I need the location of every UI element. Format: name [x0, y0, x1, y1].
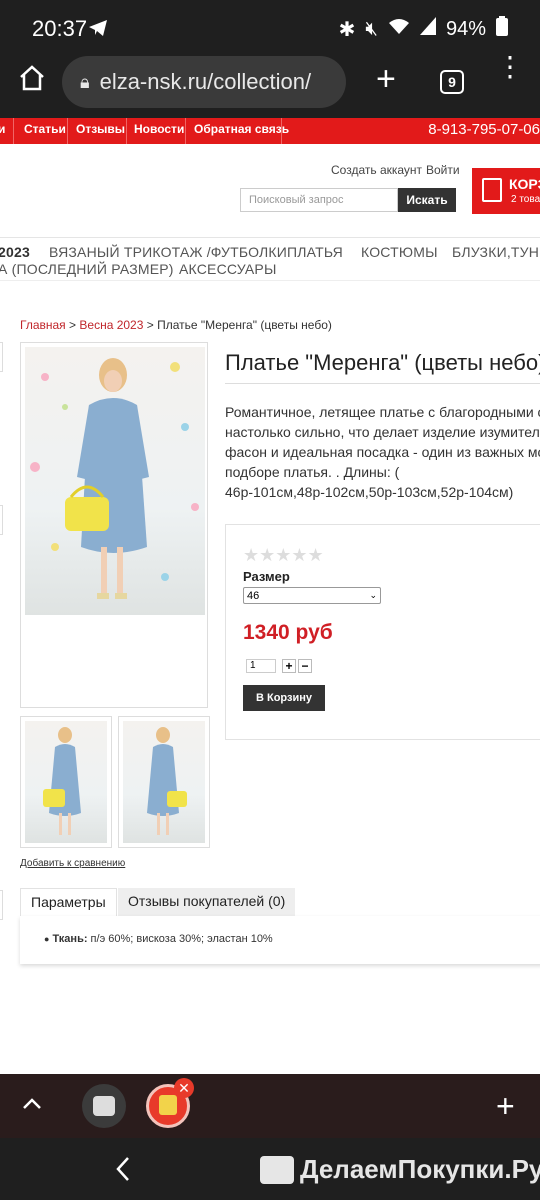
- breadcrumb-current: Платье "Меренга" (цветы небо): [157, 318, 332, 332]
- search-input[interactable]: Поисковый запрос: [240, 188, 398, 212]
- add-tab-icon[interactable]: +: [496, 1088, 515, 1125]
- battery-icon: [496, 16, 508, 42]
- nav-item-reviews[interactable]: Отзывы: [76, 122, 125, 136]
- size-select[interactable]: 46 ⌄: [243, 587, 381, 604]
- watermark-logo-icon: [260, 1156, 294, 1184]
- chevron-up-icon[interactable]: [20, 1092, 44, 1121]
- spec-label: Ткань:: [52, 933, 88, 945]
- bluetooth-icon: ✱: [338, 18, 356, 41]
- site-top-nav: и Статьи Отзывы Новости Обратная связь 8…: [0, 118, 540, 144]
- spec-item: ● Ткань: п/э 60%; вискоза 30%; эластан 1…: [44, 933, 273, 945]
- size-selected-value: 46: [247, 589, 260, 602]
- tab-reviews[interactable]: Отзывы покупателей (0): [118, 888, 296, 916]
- url-text: elza-nsk.ru/collection/: [99, 69, 312, 94]
- category-knitwear[interactable]: ВЯЗАНЫЙ ТРИКОТАЖ /ФУТБОЛКИ: [49, 244, 287, 260]
- breadcrumb-section[interactable]: Весна 2023: [79, 318, 143, 332]
- more-menu-icon[interactable]: ⋮: [496, 53, 524, 81]
- product-main-image[interactable]: [20, 342, 208, 708]
- battery-percent: 94%: [445, 17, 486, 40]
- cart-button[interactable]: КОРЗ 2 това: [472, 168, 540, 214]
- search-button[interactable]: Искать: [398, 188, 456, 212]
- spec-value: п/э 60%; вискоза 30%; эластан 10%: [87, 933, 273, 945]
- quantity-minus-button[interactable]: −: [298, 659, 312, 673]
- category-2023[interactable]: 2023: [0, 244, 30, 260]
- description-line: подборе платья. . Длины: (: [225, 464, 400, 480]
- status-icons: ✱ 🔇︎ 94%: [339, 16, 508, 42]
- product-photo: [25, 347, 205, 615]
- breadcrumb-separator: >: [69, 318, 77, 332]
- new-tab-icon[interactable]: +: [376, 60, 396, 99]
- product-title: Платье "Меренга" (цветы небо): [225, 350, 540, 375]
- cart-title: КОРЗ: [509, 176, 540, 192]
- browser-bottom-bar: ✕ +: [0, 1074, 540, 1138]
- shopping-bag-icon: [482, 178, 502, 202]
- category-blouses[interactable]: БЛУЗКИ,ТУНИ: [452, 244, 540, 260]
- browser-toolbar: 🔒︎ elza-nsk.ru/collection/ + 9 ⋮: [0, 53, 540, 118]
- nav-item-partial[interactable]: и: [0, 122, 5, 136]
- nav-item-articles[interactable]: Статьи: [24, 122, 66, 136]
- product-thumbnail-1[interactable]: [20, 716, 112, 848]
- product-price: 1340 руб: [243, 621, 333, 644]
- description-line: фасон и идеальная посадка - один из важн…: [225, 444, 540, 460]
- nav-item-news[interactable]: Новости: [134, 122, 184, 136]
- breadcrumb-separator: >: [146, 318, 154, 332]
- login-link[interactable]: Войти: [426, 163, 460, 177]
- breadcrumb-home[interactable]: Главная: [20, 318, 66, 332]
- sidebar-edge: [0, 890, 3, 920]
- size-label: Размер: [243, 569, 290, 584]
- signal-icon: [419, 17, 436, 41]
- product-description: Романтичное, летящее платье с благородны…: [225, 402, 540, 502]
- add-to-cart-button[interactable]: В Корзину: [243, 685, 325, 711]
- back-icon[interactable]: [116, 1156, 130, 1187]
- category-dresses[interactable]: ПЛАТЬЯ: [287, 244, 343, 260]
- watermark-text: ДелаемПокупки.Ру: [300, 1154, 540, 1184]
- create-account-link[interactable]: Создать аккаунт: [331, 163, 422, 177]
- tab-params[interactable]: Параметры: [20, 888, 117, 916]
- rating-stars[interactable]: ★★★★★: [243, 545, 324, 566]
- lock-icon: 🔒︎: [80, 71, 90, 92]
- description-line: настолько сильно, что делает изделие изу…: [225, 424, 540, 440]
- status-bar: 20:37 ✱ 🔇︎ 94%: [0, 0, 540, 56]
- tab-group-icon[interactable]: [82, 1084, 126, 1128]
- chevron-down-icon: ⌄: [369, 590, 377, 600]
- category-last-size[interactable]: А (ПОСЛЕДНИЙ РАЗМЕР): [0, 261, 174, 277]
- add-to-compare-link[interactable]: Добавить к сравнению: [20, 858, 125, 869]
- telegram-icon: [88, 19, 108, 42]
- breadcrumb: Главная > Весна 2023 > Платье "Меренга" …: [20, 318, 332, 332]
- tab-panel-params: ● Ткань: п/э 60%; вискоза 30%; эластан 1…: [20, 916, 540, 964]
- quantity-input[interactable]: 1: [246, 659, 276, 673]
- wifi-icon: [388, 17, 410, 41]
- tab-switcher-button[interactable]: 9: [440, 70, 464, 94]
- home-icon[interactable]: [18, 64, 46, 100]
- close-tab-icon[interactable]: ✕: [174, 1078, 194, 1098]
- quantity-plus-button[interactable]: +: [282, 659, 296, 673]
- sidebar-edge: [0, 342, 3, 372]
- status-time: 20:37: [32, 16, 88, 41]
- site-phone[interactable]: 8-913-795-07-06: [428, 121, 540, 138]
- description-line: Романтичное, летящее платье с благородны…: [225, 404, 540, 420]
- buy-box: ★★★★★ Размер 46 ⌄ 1340 руб 1 + − В Корзи…: [225, 524, 540, 740]
- system-nav-bar: ДелаемПокупки.Ру: [0, 1138, 540, 1200]
- sidebar-edge: [0, 505, 3, 535]
- url-bar[interactable]: 🔒︎ elza-nsk.ru/collection/: [62, 56, 346, 108]
- product-thumbnail-2[interactable]: [118, 716, 210, 848]
- description-line: 46р-101см,48р-102см,50р-103см,52р-104см): [225, 484, 514, 500]
- category-suits[interactable]: КОСТЮМЫ: [361, 244, 438, 260]
- nav-item-feedback[interactable]: Обратная связь: [194, 122, 289, 136]
- category-accessories[interactable]: АКСЕССУАРЫ: [179, 261, 277, 277]
- cart-count: 2 това: [511, 194, 540, 205]
- mute-icon: 🔇︎: [365, 17, 378, 40]
